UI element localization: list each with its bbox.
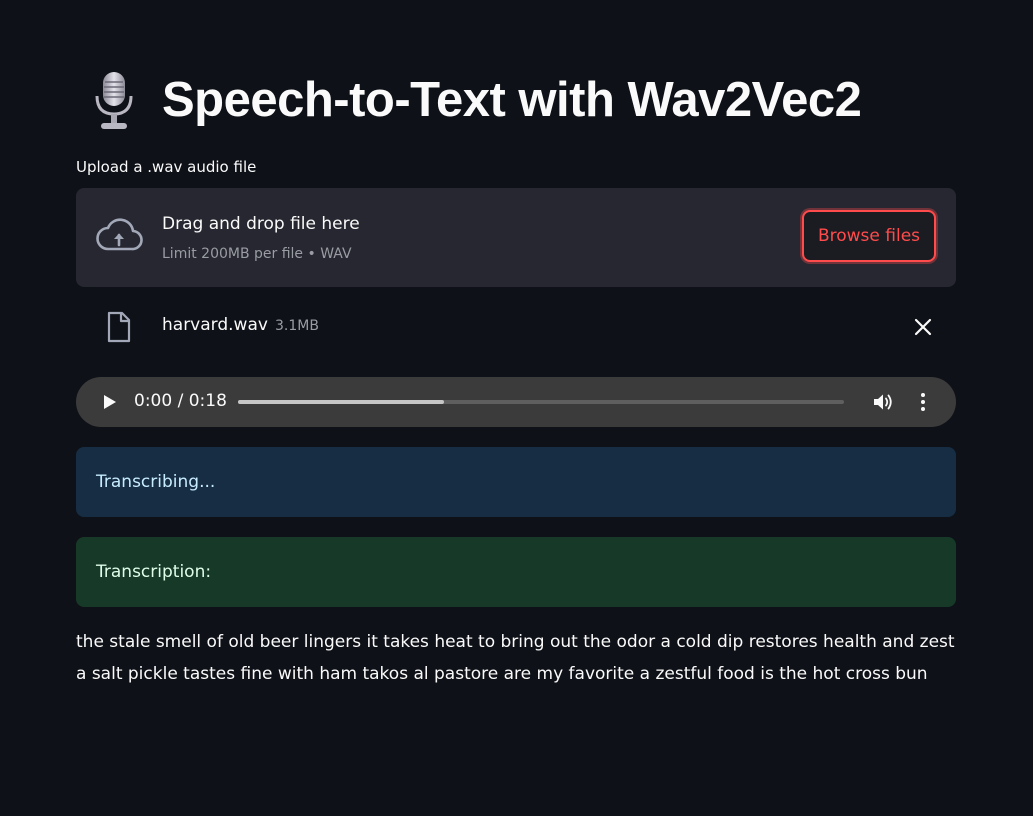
dropzone-limit-text: Limit 200MB per file • WAV [162, 246, 352, 262]
success-alert: Transcription: [76, 537, 956, 607]
uploaded-file-name: harvard.wav [162, 315, 268, 335]
page-header: Speech-to-Text with Wav2Vec2 [90, 64, 862, 136]
volume-icon[interactable] [873, 392, 893, 412]
file-icon [107, 311, 131, 343]
audio-player: 0:00 / 0:18 [76, 377, 956, 427]
info-alert-text: Transcribing... [96, 472, 216, 492]
play-icon[interactable] [103, 394, 117, 410]
page-title: Speech-to-Text with Wav2Vec2 [162, 73, 862, 127]
dropzone-instructions: Drag and drop file here [162, 214, 360, 234]
uploaded-file-row: harvard.wav 3.1MB [76, 306, 956, 346]
audio-seek-progress [238, 400, 445, 404]
browse-files-button[interactable]: Browse files [802, 210, 936, 262]
uploaded-file-size: 3.1MB [275, 318, 319, 334]
transcription-text: the stale smell of old beer lingers it t… [76, 632, 955, 684]
audio-seek-bar[interactable] [238, 400, 844, 404]
cloud-upload-icon [96, 218, 143, 251]
microphone-icon [95, 72, 133, 129]
success-alert-text: Transcription: [96, 562, 212, 582]
close-icon[interactable] [914, 318, 932, 336]
info-alert: Transcribing... [76, 447, 956, 517]
file-dropzone[interactable]: Drag and drop file here Limit 200MB per … [76, 188, 956, 287]
file-uploader-label: Upload a .wav audio file [76, 158, 257, 176]
more-options-icon[interactable] [919, 392, 927, 412]
audio-time-display: 0:00 / 0:18 [134, 391, 227, 411]
